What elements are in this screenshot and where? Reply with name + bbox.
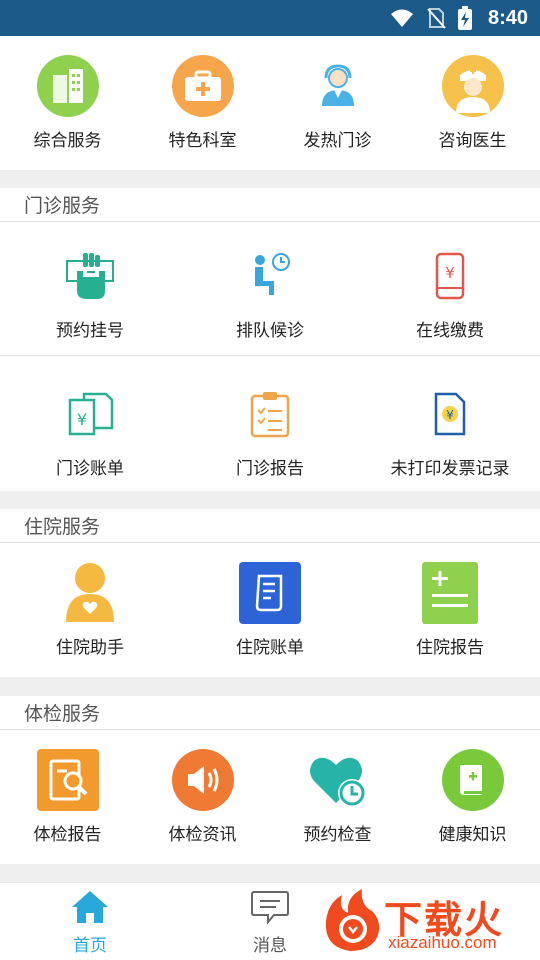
receipt-scroll-icon bbox=[238, 561, 302, 625]
outpatient-queue[interactable]: 排队候诊 bbox=[180, 244, 360, 355]
building-icon bbox=[36, 54, 100, 118]
speaker-icon bbox=[171, 748, 235, 812]
service-consult-doctor[interactable]: 咨询医生 bbox=[405, 54, 540, 151]
service-label: 预约挂号 bbox=[56, 321, 124, 341]
service-label: 未打印发票记录 bbox=[390, 459, 510, 479]
tab-label: 消息 bbox=[253, 936, 287, 956]
doctor-headset-icon bbox=[306, 54, 370, 118]
outpatient-appointment[interactable]: 预约挂号 bbox=[0, 244, 180, 355]
service-label: 门诊报告 bbox=[236, 459, 304, 479]
service-label: 住院报告 bbox=[416, 638, 484, 658]
medical-kit-icon bbox=[171, 54, 235, 118]
service-label: 特色科室 bbox=[168, 131, 237, 151]
service-special-dept[interactable]: 特色科室 bbox=[135, 54, 270, 151]
report-search-icon bbox=[36, 748, 100, 812]
invoice-icon: ¥ bbox=[418, 382, 482, 446]
svg-text:¥: ¥ bbox=[445, 264, 455, 282]
watermark-url: xiazaihuo.com bbox=[388, 933, 497, 952]
outpatient-report[interactable]: 门诊报告 bbox=[180, 382, 360, 490]
status-icons: 8:40 bbox=[390, 0, 528, 36]
watermark-logo: 下载火 xiazaihuo.com bbox=[320, 887, 536, 957]
report-plus-icon bbox=[418, 561, 482, 625]
no-sim-icon bbox=[427, 8, 446, 29]
inpatient-bill[interactable]: 住院账单 bbox=[180, 561, 360, 658]
inpatient-section: 住院服务 住院助手 住院账单 住院报告 bbox=[0, 509, 540, 677]
section-title: 体检服务 bbox=[0, 696, 540, 730]
exam-section: 体检服务 体检报告 体检资讯 预约检查 健康知识 bbox=[0, 696, 540, 864]
service-label: 门诊账单 bbox=[56, 459, 124, 479]
home-icon bbox=[72, 891, 108, 923]
inpatient-assistant[interactable]: 住院助手 bbox=[0, 561, 180, 658]
service-general[interactable]: 综合服务 bbox=[0, 54, 135, 151]
service-label: 排队候诊 bbox=[236, 321, 304, 341]
tab-messages[interactable]: 消息 bbox=[210, 889, 330, 956]
service-label: 住院账单 bbox=[236, 638, 304, 658]
message-bubble-icon bbox=[251, 891, 289, 925]
service-label: 发热门诊 bbox=[303, 131, 372, 151]
battery-charging-icon bbox=[457, 6, 472, 30]
service-label: 健康知识 bbox=[438, 825, 507, 845]
person-heart-icon bbox=[58, 561, 122, 625]
status-bar: 8:40 bbox=[0, 0, 540, 36]
top-services: 综合服务 特色科室 发热门诊 咨询医生 bbox=[0, 36, 540, 170]
inpatient-report[interactable]: 住院报告 bbox=[360, 561, 540, 658]
tab-home[interactable]: 首页 bbox=[30, 889, 150, 956]
service-label: 体检资讯 bbox=[168, 825, 237, 845]
section-title: 门诊服务 bbox=[0, 188, 540, 222]
service-label: 体检报告 bbox=[33, 825, 102, 845]
tab-label: 首页 bbox=[73, 936, 107, 956]
service-label: 在线缴费 bbox=[416, 321, 484, 341]
status-time: 8:40 bbox=[487, 6, 528, 29]
service-label: 预约检查 bbox=[303, 825, 372, 845]
outpatient-unprinted-invoice[interactable]: ¥ 未打印发票记录 bbox=[360, 382, 540, 490]
section-title: 住院服务 bbox=[0, 509, 540, 543]
svg-text:¥: ¥ bbox=[77, 410, 87, 429]
exam-health-knowledge[interactable]: 健康知识 bbox=[405, 748, 540, 845]
outpatient-bill[interactable]: ¥ 门诊账单 bbox=[0, 382, 180, 490]
exam-report[interactable]: 体检报告 bbox=[0, 748, 135, 845]
service-fever-clinic[interactable]: 发热门诊 bbox=[270, 54, 405, 151]
registration-hand-icon bbox=[58, 244, 122, 308]
exam-appointment[interactable]: 预约检查 bbox=[270, 748, 405, 845]
outpatient-online-pay[interactable]: ¥ 在线缴费 bbox=[360, 244, 540, 355]
bottom-tab-bar: 首页 消息 下载火 xiazaihuo.com bbox=[0, 882, 540, 960]
wifi-icon bbox=[390, 9, 413, 27]
medical-book-icon bbox=[441, 748, 505, 812]
service-label: 综合服务 bbox=[33, 131, 102, 151]
doctor-avatar-icon bbox=[441, 54, 505, 118]
waiting-chair-icon bbox=[238, 244, 302, 308]
outpatient-section: 门诊服务 预约挂号 排队候诊 ¥ 在线缴费 ¥ 门诊账单 门诊报告 ¥ 未打印发… bbox=[0, 188, 540, 491]
bill-document-icon: ¥ bbox=[58, 382, 122, 446]
heart-clock-icon bbox=[306, 748, 370, 812]
flame-logo-icon bbox=[325, 889, 380, 951]
service-label: 住院助手 bbox=[56, 638, 124, 658]
clipboard-checklist-icon bbox=[238, 382, 302, 446]
svg-text:¥: ¥ bbox=[446, 408, 454, 422]
phone-payment-icon: ¥ bbox=[418, 244, 482, 308]
service-label: 咨询医生 bbox=[438, 131, 507, 151]
exam-news[interactable]: 体检资讯 bbox=[135, 748, 270, 845]
